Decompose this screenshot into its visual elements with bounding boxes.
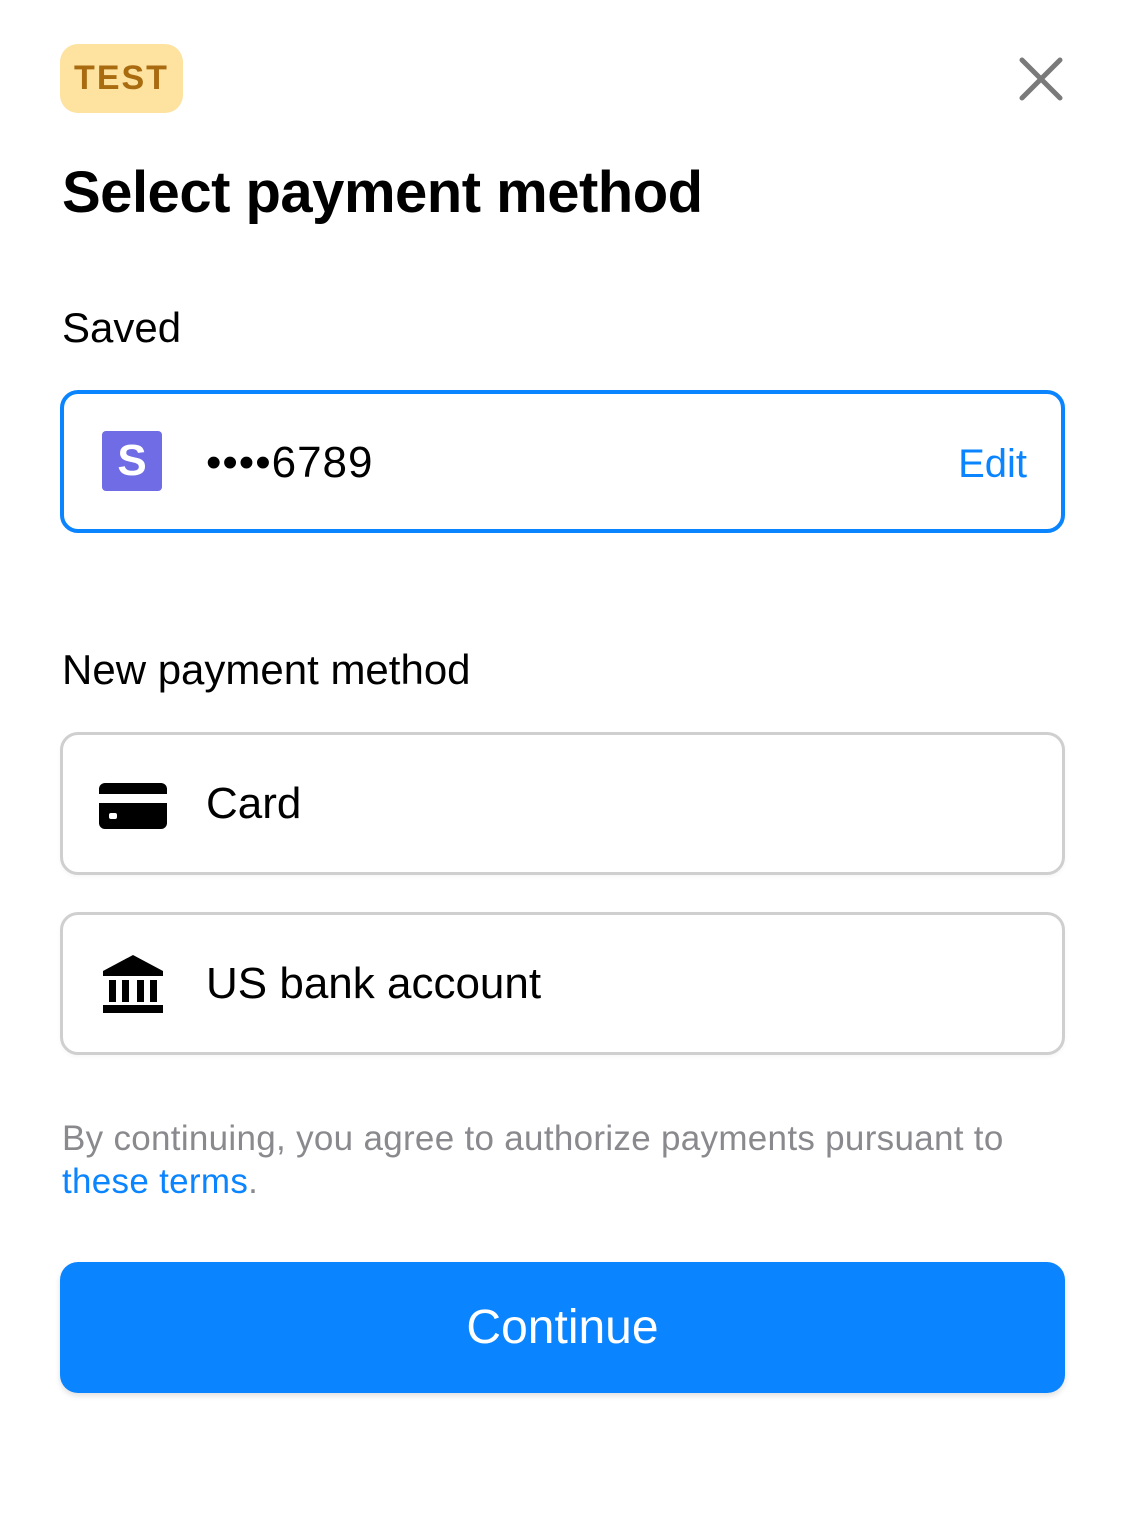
- card-icon: [99, 783, 167, 829]
- close-icon: [1019, 57, 1063, 101]
- bank-option-label: US bank account: [206, 959, 542, 1008]
- terms-link[interactable]: these terms: [62, 1162, 248, 1201]
- card-option[interactable]: Card: [60, 732, 1065, 875]
- page-title: Select payment method: [62, 160, 703, 225]
- masked-account-number: ••••6789: [206, 438, 374, 487]
- saved-payment-method[interactable]: S ••••6789 Edit: [60, 390, 1065, 533]
- terms-text: By continuing, you agree to authorize pa…: [62, 1117, 1062, 1203]
- edit-button[interactable]: Edit: [958, 441, 1027, 487]
- continue-button[interactable]: Continue: [60, 1262, 1065, 1393]
- saved-section-label: Saved: [62, 304, 182, 351]
- bank-icon: [103, 955, 163, 1013]
- terms-prefix: By continuing, you agree to authorize pa…: [62, 1119, 1004, 1158]
- bank-account-option[interactable]: US bank account: [60, 912, 1065, 1055]
- continue-button-label: Continue: [466, 1301, 659, 1354]
- link-logo-icon: S: [102, 431, 162, 491]
- link-logo-letter: S: [117, 436, 147, 485]
- close-button[interactable]: [1016, 54, 1066, 104]
- card-option-label: Card: [206, 779, 302, 828]
- test-badge-label: TEST: [74, 59, 169, 97]
- test-mode-badge: TEST: [60, 44, 183, 113]
- new-payment-section-label: New payment method: [62, 646, 471, 693]
- terms-suffix: .: [248, 1162, 259, 1201]
